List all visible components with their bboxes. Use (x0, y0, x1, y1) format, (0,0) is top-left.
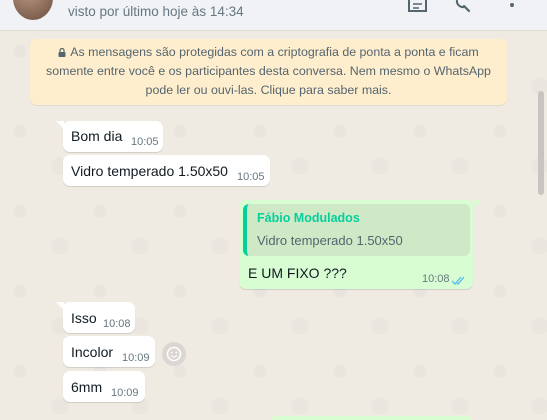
message-time: 10:09 (122, 352, 150, 364)
chat-area[interactable]: As mensagens são protegidas com a cripto… (0, 31, 547, 420)
message-text: Isso (71, 310, 97, 326)
message-time: 10:08 (422, 273, 450, 285)
lock-icon (58, 44, 66, 57)
chat-header: visto por último hoje às 14:34 (0, 0, 547, 31)
bubble-tail (56, 302, 64, 310)
message-text: 6mm (71, 379, 103, 395)
double-check-icon (451, 273, 467, 285)
message-time: 10:08 (103, 318, 131, 330)
message-text: Incolor (71, 344, 114, 360)
last-seen-status: visto por último hoje às 14:34 (68, 4, 244, 19)
quoted-text: Vidro temperado 1.50x50 (257, 233, 403, 248)
search-icon[interactable] (450, 0, 474, 14)
encryption-notice-line-1: As mensagens são protegidas com a cripto… (42, 43, 495, 62)
message-text: Bom dia (71, 128, 123, 144)
message-text: Vidro temperado 1.50x50 (71, 163, 228, 179)
encryption-notice-text-1: As mensagens são protegidas com a cripto… (70, 45, 479, 59)
quoted-author: Fábio Modulados (257, 211, 360, 225)
menu-icon[interactable] (500, 0, 524, 14)
quoted-message[interactable]: Fábio Modulados Vidro temperado 1.50x50 (243, 204, 470, 256)
emoji-icon (166, 346, 182, 362)
avatar[interactable] (13, 0, 53, 20)
bubble-tail (473, 200, 481, 208)
message-time: 10:09 (111, 387, 139, 399)
message-incoming[interactable]: Bom dia 10:05 (56, 121, 163, 152)
message-incoming[interactable]: Isso 10:08 (56, 302, 135, 333)
encryption-notice[interactable]: As mensagens são protegidas com a cripto… (30, 39, 507, 105)
message-text: E UM FIXO ??? (248, 265, 347, 281)
message-incoming[interactable]: 6mm 10:09 (63, 371, 145, 402)
message-time: 10:05 (131, 136, 159, 148)
react-button[interactable] (162, 342, 186, 366)
encryption-notice-line-3: pode ler ou ouvi-las. Clique para saber … (145, 83, 392, 97)
scrollbar[interactable] (538, 91, 544, 195)
search-message-icon[interactable] (406, 0, 430, 14)
message-outgoing[interactable]: Fábio Modulados Vidro temperado 1.50x50 … (239, 200, 481, 289)
message-incoming[interactable]: Incolor 10:09 (63, 336, 155, 367)
bubble-tail (56, 121, 64, 129)
message-time: 10:05 (237, 171, 265, 183)
message-incoming[interactable]: Vidro temperado 1.50x50 10:05 (63, 155, 270, 186)
encryption-notice-line-2: somente entre você e os participantes de… (46, 64, 491, 78)
message-outgoing-partial[interactable] (270, 416, 473, 420)
